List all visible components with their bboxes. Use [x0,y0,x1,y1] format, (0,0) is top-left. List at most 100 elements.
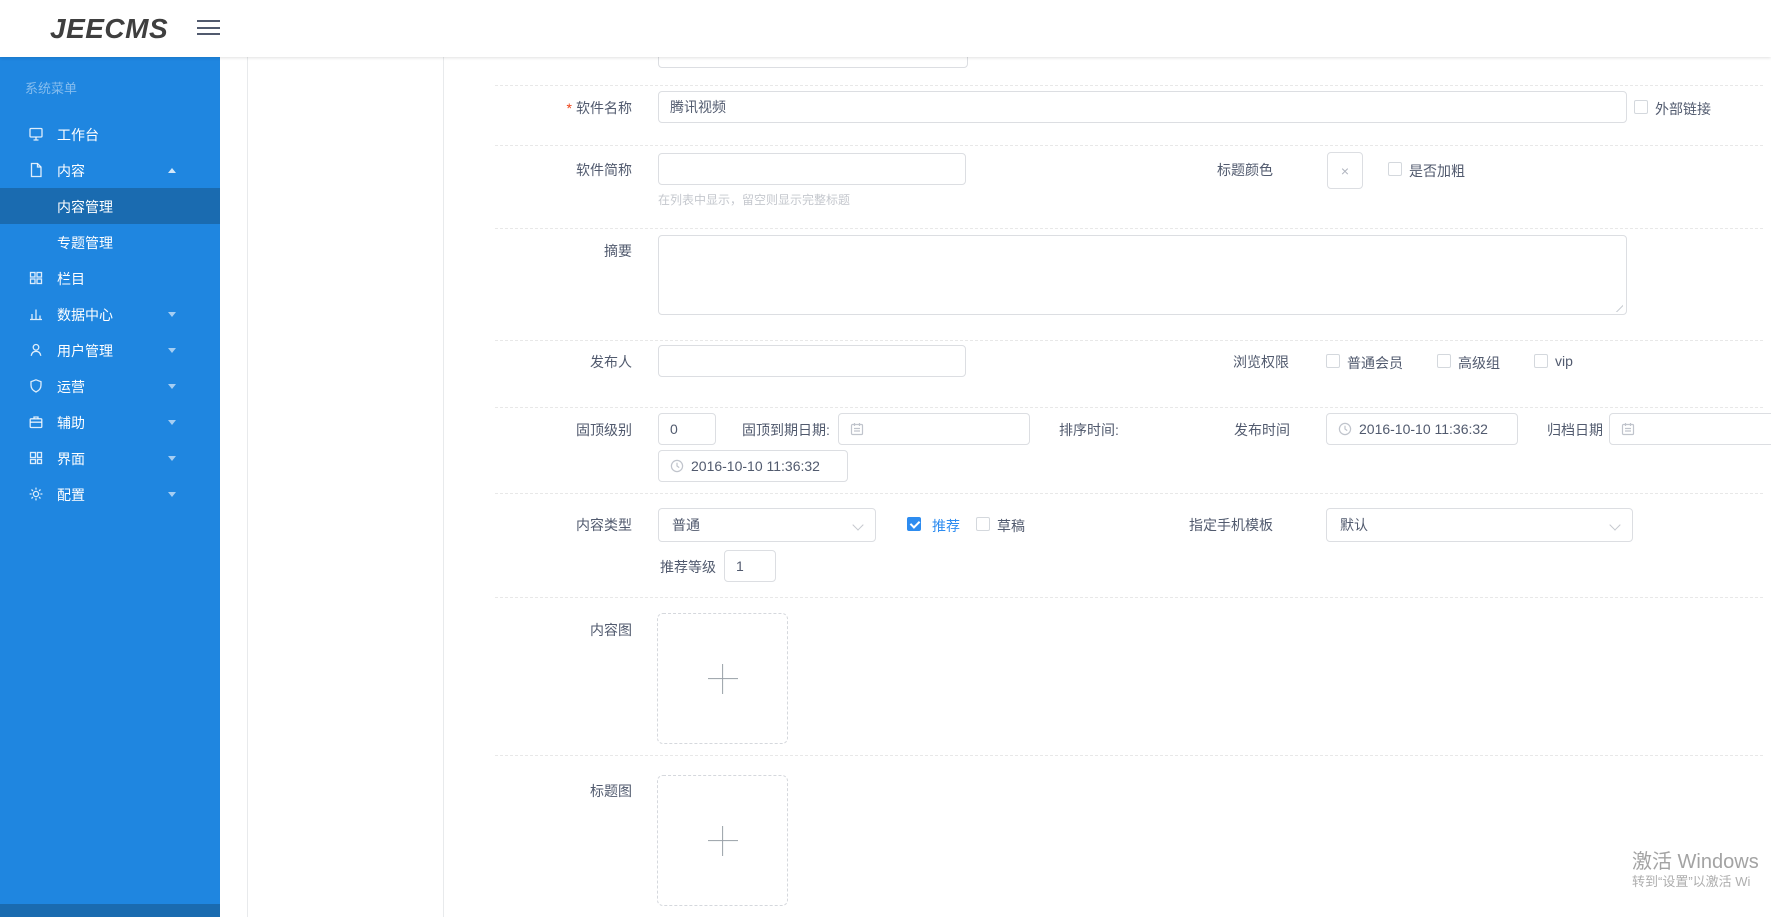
vip-checkbox[interactable] [1534,354,1548,368]
separator [495,228,1763,229]
clock-icon [1338,422,1352,436]
sidebar-item-topic-management[interactable]: 专题管理 [0,224,220,260]
software-name-label: * 软件名称 [566,100,632,116]
hamburger-menu-icon[interactable] [197,20,220,37]
sidebar-item-content-management[interactable]: 内容管理 [0,188,220,224]
external-link-checkbox[interactable] [1634,100,1648,114]
mobile-template-select[interactable]: 默认 [1326,508,1633,542]
sidebar-item-interface[interactable]: 界面 [0,440,220,476]
mobile-template-label: 指定手机模板 [1189,517,1273,533]
jeecms-logo: JEECMS [50,13,169,44]
separator [495,493,1763,494]
user-icon [28,342,44,358]
title-image-label: 标题图 [590,783,632,799]
top-expiry-label: 固顶到期日期: [742,422,830,438]
separator [495,145,1763,146]
briefcase-icon [28,414,44,430]
archive-date-input[interactable] [1609,413,1771,445]
software-short-label: 软件简称 [576,162,632,178]
sidebar: 系统菜单 工作台 内容 内容管理 专题管理 栏目 数据中心 用户管理 运营 辅助… [0,57,220,917]
recommend-level-label: 推荐等级 [660,559,716,575]
chevron-down-icon [168,456,176,461]
chevron-up-icon [168,168,176,173]
sidebar-item-data-center[interactable]: 数据中心 [0,296,220,332]
publisher-input[interactable] [658,345,966,377]
recommend-label: 推荐 [932,518,960,534]
title-image-upload[interactable] [657,775,788,906]
chevron-down-icon [1609,519,1621,531]
sidebar-bottom-strip [0,904,220,917]
top-level-input[interactable] [658,413,716,445]
bar-chart-icon [28,306,44,322]
content-image-upload[interactable] [657,613,788,744]
top-header: JEECMS admin e [0,0,1771,57]
calendar-icon [850,423,864,436]
shield-icon [28,378,44,394]
software-short-hint: 在列表中显示，留空则显示完整标题 [658,193,851,207]
resize-handle[interactable] [1613,302,1623,312]
required-asterisk: * [566,100,572,116]
draft-label: 草稿 [997,518,1025,534]
gear-icon [28,486,44,502]
windows-activation-watermark: 激活 Windows [1632,851,1759,873]
summary-label: 摘要 [604,243,632,259]
sidebar-item-auxiliary[interactable]: 辅助 [0,404,220,440]
sidebar-item-user-management[interactable]: 用户管理 [0,332,220,368]
chevron-down-icon [168,492,176,497]
clock-icon [670,459,684,473]
external-link-label: 外部链接 [1655,101,1711,117]
recommend-level-input[interactable] [724,550,776,582]
separator [495,340,1763,341]
tree-panel-divider [443,57,444,917]
tree-panel-left-border [247,57,248,917]
publish-time-label: 发布时间 [1234,422,1290,438]
publish-time-input[interactable]: 2016-10-10 11:36:32 [1326,413,1518,445]
content-type-label: 内容类型 [576,517,632,533]
sidebar-item-columns[interactable]: 栏目 [0,260,220,296]
chevron-down-icon [168,348,176,353]
bold-label: 是否加粗 [1409,163,1465,179]
chevron-down-icon [852,519,864,531]
grid-icon [28,270,44,286]
calendar-icon [1621,423,1635,436]
software-name-input[interactable] [658,91,1627,123]
member-checkbox[interactable] [1326,354,1340,368]
separator [495,85,1763,86]
publisher-label: 发布人 [590,354,632,370]
bold-checkbox[interactable] [1388,162,1402,176]
separator [495,597,1763,598]
layout-icon [28,450,44,466]
title-color-label: 标题颜色 [1217,162,1273,178]
sidebar-item-settings[interactable]: 配置 [0,476,220,512]
archive-date-label: 归档日期 [1547,422,1603,438]
content-type-select[interactable]: 普通 [658,508,876,542]
document-icon [28,162,44,178]
windows-activation-hint: 转到“设置”以激活 Wi [1632,874,1751,889]
view-permission-label: 浏览权限 [1233,354,1289,370]
sidebar-item-operations[interactable]: 运营 [0,368,220,404]
jeecms-admin-page: JEECMS admin e [0,0,1771,917]
chevron-down-icon [168,384,176,389]
sidebar-title: 系统菜单 [25,81,78,96]
chevron-down-icon [168,420,176,425]
vip-label: vip [1555,353,1573,369]
sidebar-item-content[interactable]: 内容 [0,152,220,188]
software-short-input[interactable] [658,153,966,185]
draft-checkbox[interactable] [976,517,990,531]
title-color-picker[interactable]: × [1327,152,1363,189]
advanced-group-checkbox[interactable] [1437,354,1451,368]
sidebar-item-workbench[interactable]: 工作台 [0,116,220,152]
monitor-icon [28,126,44,142]
member-label: 普通会员 [1347,355,1403,371]
top-expiry-date-input[interactable] [838,413,1030,445]
separator [495,755,1763,756]
clear-color-icon[interactable]: × [1341,163,1349,179]
summary-textarea[interactable] [658,235,1627,315]
separator [495,407,1763,408]
recommend-checkbox[interactable] [907,517,921,531]
top-level-label: 固顶级别 [576,422,632,438]
chevron-down-icon [168,312,176,317]
top-datetime-input[interactable]: 2016-10-10 11:36:32 [658,450,848,482]
advanced-group-label: 高级组 [1458,355,1500,371]
content-image-label: 内容图 [590,622,632,638]
